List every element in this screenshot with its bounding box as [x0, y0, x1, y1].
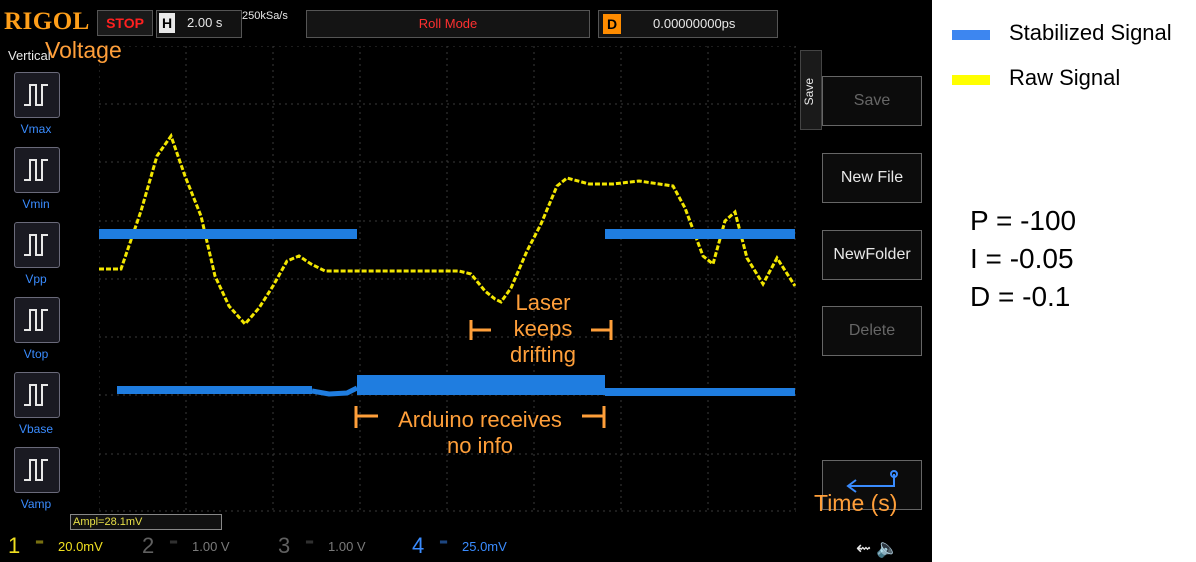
channel-scale: 1.00 V: [328, 539, 366, 554]
annotation-line: Arduino receives: [398, 407, 562, 432]
stabilized-signal-dip: [311, 385, 359, 397]
timebase-label: H: [159, 13, 175, 33]
annotation-line: no info: [446, 433, 514, 458]
vmin-icon[interactable]: [14, 147, 60, 193]
pid-i-value: I = -0.05: [970, 243, 1074, 274]
channel-number: 1: [8, 533, 21, 558]
voltage-axis-annotation: Voltage: [45, 37, 122, 63]
softkey-save[interactable]: Save: [822, 76, 922, 126]
channel-3[interactable]: 3 ═ 1.00 V: [278, 531, 398, 562]
channel-number: 4: [412, 533, 425, 558]
vpp-icon[interactable]: [14, 222, 60, 268]
legend-swatch: [952, 75, 990, 85]
measure-vpp[interactable]: Vpp: [14, 222, 64, 286]
channel-number: 2: [142, 533, 155, 558]
channel-scale: 20.0mV: [58, 539, 103, 554]
stabilized-signal-lower-left: [117, 386, 312, 394]
timebase-value: 2.00 s: [187, 15, 223, 30]
laser-drift-annotation: Laser keeps drifting: [498, 290, 588, 368]
timebase-readout[interactable]: H 2.00 s: [156, 10, 242, 38]
rigol-logo: RIGOL: [4, 8, 90, 35]
measure-label: Vmax: [20, 122, 52, 136]
measure-label: Vpp: [25, 272, 47, 286]
pid-p-value: P = -100: [970, 205, 1077, 236]
channel-1[interactable]: 1 ═ 20.0mV: [8, 531, 128, 562]
stabilized-signal-raised-block: [357, 375, 605, 395]
delay-value: 0.00000000ps: [653, 16, 736, 31]
annotation-line: Laser: [515, 290, 571, 315]
measure-label: Vtop: [23, 347, 49, 361]
stabilized-signal-upper-right: [605, 229, 795, 239]
legend-label: Raw Signal: [1009, 65, 1121, 90]
delay-label: D: [603, 14, 621, 34]
vamp-icon[interactable]: [14, 447, 60, 493]
measure-vmax[interactable]: Vmax: [14, 72, 64, 136]
pid-d-value: D = -0.1: [970, 281, 1071, 312]
legend-label: Stabilized Signal: [1009, 20, 1172, 45]
softkey-new-file[interactable]: New File: [822, 153, 922, 203]
measure-label: Vamp: [20, 497, 52, 511]
measure-vtop[interactable]: Vtop: [14, 297, 64, 361]
softkey-delete[interactable]: Delete: [822, 306, 922, 356]
arduino-annotation: Arduino receives no info: [380, 407, 580, 459]
time-axis-annotation: Time (s): [814, 490, 898, 516]
channel-2[interactable]: 2 ═ 1.00 V: [142, 531, 262, 562]
measure-vamp[interactable]: Vamp: [14, 447, 64, 511]
measure-label: Vmin: [22, 197, 50, 211]
vbase-icon[interactable]: [14, 372, 60, 418]
channel-4[interactable]: 4 ═ 25.0mV: [412, 531, 536, 562]
coupling-icon: ═: [440, 537, 448, 548]
vtop-icon[interactable]: [14, 297, 60, 343]
usb-icon: ⇜: [856, 538, 872, 558]
legend-swatch: [952, 30, 990, 40]
measure-vbase[interactable]: Vbase: [14, 372, 64, 436]
run-stop-status[interactable]: STOP: [97, 10, 153, 36]
coupling-icon: ═: [306, 537, 314, 548]
channel-scale: 1.00 V: [192, 539, 230, 554]
coupling-icon: ═: [170, 537, 178, 548]
coupling-icon: ═: [36, 537, 44, 548]
stabilized-signal-lower-right: [605, 388, 795, 396]
speaker-icon: 🔈: [876, 538, 899, 558]
usb-speaker-status: ⇜ 🔈: [856, 538, 899, 559]
measurement-readout: Ampl=28.1mV: [70, 514, 222, 530]
annotation-line: keeps: [513, 316, 573, 341]
vmax-icon[interactable]: [14, 72, 60, 118]
delay-readout[interactable]: D 0.00000000ps: [598, 10, 778, 38]
sample-rate: 250kSa/s: [242, 10, 288, 22]
measure-vmin[interactable]: Vmin: [14, 147, 64, 211]
menu-title: Save: [802, 78, 816, 106]
channel-number: 3: [278, 533, 291, 558]
oscilloscope-screen: RIGOL STOP H 2.00 s 250kSa/s Roll Mode D…: [0, 0, 932, 562]
measure-label: Vbase: [18, 422, 54, 436]
channel-scale: 25.0mV: [462, 539, 507, 554]
softkey-new-folder[interactable]: NewFolder: [822, 230, 922, 280]
annotation-line: drifting: [509, 342, 577, 367]
acquisition-mode: Roll Mode: [306, 10, 590, 38]
stabilized-signal-upper-left: [99, 229, 357, 239]
